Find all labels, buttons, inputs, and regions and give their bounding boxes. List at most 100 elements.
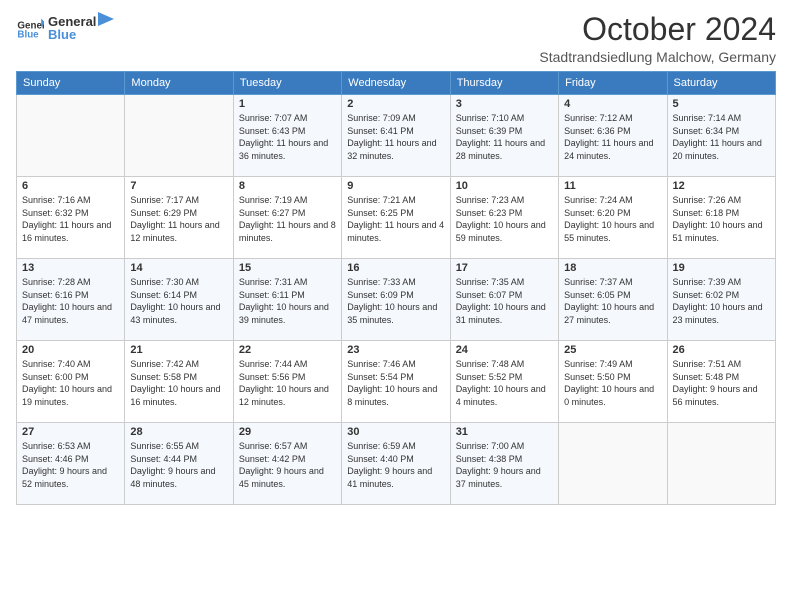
day-number: 15 [239, 262, 336, 274]
day-number: 31 [456, 426, 553, 438]
day-number: 7 [130, 180, 227, 192]
calendar-cell: 17Sunrise: 7:35 AM Sunset: 6:07 PM Dayli… [450, 259, 558, 341]
day-info: Sunrise: 7:46 AM Sunset: 5:54 PM Dayligh… [347, 358, 444, 408]
calendar-cell [559, 423, 667, 505]
day-number: 14 [130, 262, 227, 274]
day-info: Sunrise: 7:28 AM Sunset: 6:16 PM Dayligh… [22, 276, 119, 326]
day-info: Sunrise: 7:30 AM Sunset: 6:14 PM Dayligh… [130, 276, 227, 326]
day-number: 22 [239, 344, 336, 356]
calendar-cell: 4 Sunrise: 7:12 AM Sunset: 6:36 PM Daylig… [559, 95, 667, 177]
col-saturday: Saturday [667, 72, 775, 95]
col-thursday: Thursday [450, 72, 558, 95]
logo-text-blue: Blue [48, 27, 116, 42]
day-number: 19 [673, 262, 770, 274]
logo-arrow-icon [98, 12, 114, 26]
day-number: 27 [22, 426, 119, 438]
col-sunday: Sunday [17, 72, 125, 95]
calendar-page: General Blue General Blue October 2024 S… [0, 0, 792, 612]
day-number: 26 [673, 344, 770, 356]
calendar-cell: 7 Sunrise: 7:17 AM Sunset: 6:29 PM Daylig… [125, 177, 233, 259]
day-number: 29 [239, 426, 336, 438]
calendar-cell: 10 Sunrise: 7:23 AM Sunset: 6:23 PM Dayli… [450, 177, 558, 259]
day-info: Sunrise: 7:12 AM Sunset: 6:36 PM Dayligh… [564, 112, 661, 162]
calendar-cell: 16 Sunrise: 7:33 AM Sunset: 6:09 PM Dayli… [342, 259, 450, 341]
day-number: 4 [564, 98, 661, 110]
location-title: Stadtrandsiedlung Malchow, Germany [539, 49, 776, 65]
day-info: Sunrise: 7:35 AM Sunset: 6:07 PM Dayligh… [456, 276, 553, 326]
calendar-cell: 14 Sunrise: 7:30 AM Sunset: 6:14 PM Dayli… [125, 259, 233, 341]
calendar-cell: 5 Sunrise: 7:14 AM Sunset: 6:34 PM Daylig… [667, 95, 775, 177]
table-row: 27 Sunrise: 6:53 AM Sunset: 4:46 PM Dayli… [17, 423, 776, 505]
day-info: Sunrise: 7:33 AM Sunset: 6:09 PM Dayligh… [347, 276, 444, 326]
day-info: Sunrise: 7:48 AM Sunset: 5:52 PM Dayligh… [456, 358, 553, 408]
calendar-cell: 6Sunrise: 7:16 AM Sunset: 6:32 PM Daylig… [17, 177, 125, 259]
day-info: Sunrise: 7:31 AM Sunset: 6:11 PM Dayligh… [239, 276, 336, 326]
day-info: Sunrise: 7:16 AM Sunset: 6:32 PM Dayligh… [22, 194, 119, 244]
calendar-cell: 15 Sunrise: 7:31 AM Sunset: 6:11 PM Dayli… [233, 259, 341, 341]
day-info: Sunrise: 7:17 AM Sunset: 6:29 PM Dayligh… [130, 194, 227, 244]
day-info: Sunrise: 6:53 AM Sunset: 4:46 PM Dayligh… [22, 440, 119, 490]
header-row: Sunday Monday Tuesday Wednesday Thursday… [17, 72, 776, 95]
day-info: Sunrise: 7:19 AM Sunset: 6:27 PM Dayligh… [239, 194, 336, 244]
calendar-cell: 24 Sunrise: 7:48 AM Sunset: 5:52 PM Dayli… [450, 341, 558, 423]
day-number: 10 [456, 180, 553, 192]
calendar-cell: 2Sunrise: 7:09 AM Sunset: 6:41 PM Daylig… [342, 95, 450, 177]
table-row: 20Sunrise: 7:40 AM Sunset: 6:00 PM Dayli… [17, 341, 776, 423]
day-number: 28 [130, 426, 227, 438]
calendar-cell: 21 Sunrise: 7:42 AM Sunset: 5:58 PM Dayli… [125, 341, 233, 423]
day-info: Sunrise: 7:37 AM Sunset: 6:05 PM Dayligh… [564, 276, 661, 326]
day-number: 25 [564, 344, 661, 356]
day-number: 13 [22, 262, 119, 274]
calendar-cell [667, 423, 775, 505]
calendar-cell: 9 Sunrise: 7:21 AM Sunset: 6:25 PM Daylig… [342, 177, 450, 259]
day-info: Sunrise: 7:00 AM Sunset: 4:38 PM Dayligh… [456, 440, 553, 490]
table-row: 1 Sunrise: 7:07 AM Sunset: 6:43 PM Daylig… [17, 95, 776, 177]
col-wednesday: Wednesday [342, 72, 450, 95]
day-info: Sunrise: 7:42 AM Sunset: 5:58 PM Dayligh… [130, 358, 227, 408]
svg-text:Blue: Blue [17, 30, 39, 41]
day-info: Sunrise: 7:10 AM Sunset: 6:39 PM Dayligh… [456, 112, 553, 162]
day-number: 9 [347, 180, 444, 192]
calendar-cell [125, 95, 233, 177]
day-number: 21 [130, 344, 227, 356]
day-info: Sunrise: 6:55 AM Sunset: 4:44 PM Dayligh… [130, 440, 227, 490]
header: General Blue General Blue October 2024 S… [16, 12, 776, 65]
day-number: 3 [456, 98, 553, 110]
day-info: Sunrise: 7:26 AM Sunset: 6:18 PM Dayligh… [673, 194, 770, 244]
col-tuesday: Tuesday [233, 72, 341, 95]
calendar-cell: 28 Sunrise: 6:55 AM Sunset: 4:44 PM Dayli… [125, 423, 233, 505]
month-title: October 2024 [539, 12, 776, 47]
day-info: Sunrise: 7:24 AM Sunset: 6:20 PM Dayligh… [564, 194, 661, 244]
col-friday: Friday [559, 72, 667, 95]
calendar-cell: 30 Sunrise: 6:59 AM Sunset: 4:40 PM Dayli… [342, 423, 450, 505]
day-number: 1 [239, 98, 336, 110]
day-info: Sunrise: 7:07 AM Sunset: 6:43 PM Dayligh… [239, 112, 336, 162]
logo-icon: General Blue [16, 13, 44, 41]
calendar-cell: 22Sunrise: 7:44 AM Sunset: 5:56 PM Dayli… [233, 341, 341, 423]
calendar-cell: 12 Sunrise: 7:26 AM Sunset: 6:18 PM Dayli… [667, 177, 775, 259]
table-row: 6Sunrise: 7:16 AM Sunset: 6:32 PM Daylig… [17, 177, 776, 259]
calendar-cell: 23 Sunrise: 7:46 AM Sunset: 5:54 PM Dayli… [342, 341, 450, 423]
table-row: 13 Sunrise: 7:28 AM Sunset: 6:16 PM Dayli… [17, 259, 776, 341]
calendar-cell: 29 Sunrise: 6:57 AM Sunset: 4:42 PM Dayli… [233, 423, 341, 505]
calendar-cell: 8 Sunrise: 7:19 AM Sunset: 6:27 PM Daylig… [233, 177, 341, 259]
day-info: Sunrise: 7:21 AM Sunset: 6:25 PM Dayligh… [347, 194, 444, 244]
day-info: Sunrise: 7:09 AM Sunset: 6:41 PM Dayligh… [347, 112, 444, 162]
calendar-cell: 27 Sunrise: 6:53 AM Sunset: 4:46 PM Dayli… [17, 423, 125, 505]
day-info: Sunrise: 7:14 AM Sunset: 6:34 PM Dayligh… [673, 112, 770, 162]
day-number: 24 [456, 344, 553, 356]
day-info: Sunrise: 7:23 AM Sunset: 6:23 PM Dayligh… [456, 194, 553, 244]
day-number: 23 [347, 344, 444, 356]
day-info: Sunrise: 7:49 AM Sunset: 5:50 PM Dayligh… [564, 358, 661, 408]
calendar-cell: 20Sunrise: 7:40 AM Sunset: 6:00 PM Dayli… [17, 341, 125, 423]
day-number: 5 [673, 98, 770, 110]
day-number: 12 [673, 180, 770, 192]
calendar-cell: 26 Sunrise: 7:51 AM Sunset: 5:48 PM Dayli… [667, 341, 775, 423]
day-info: Sunrise: 7:51 AM Sunset: 5:48 PM Dayligh… [673, 358, 770, 408]
day-number: 16 [347, 262, 444, 274]
day-number: 8 [239, 180, 336, 192]
day-info: Sunrise: 6:57 AM Sunset: 4:42 PM Dayligh… [239, 440, 336, 490]
title-block: October 2024 Stadtrandsiedlung Malchow, … [539, 12, 776, 65]
day-number: 30 [347, 426, 444, 438]
day-info: Sunrise: 6:59 AM Sunset: 4:40 PM Dayligh… [347, 440, 444, 490]
